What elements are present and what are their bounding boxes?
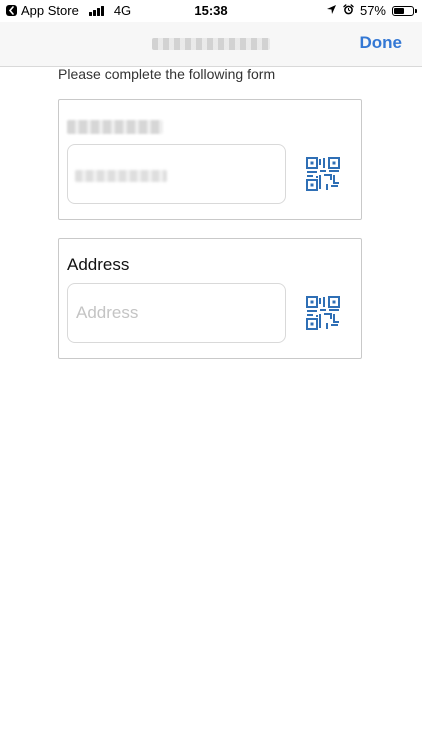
- battery-icon: [392, 5, 417, 16]
- redacted-field-input[interactable]: [67, 144, 286, 204]
- nav-title-redacted: [152, 38, 270, 50]
- done-button[interactable]: Done: [360, 33, 403, 53]
- battery-cap: [415, 9, 417, 13]
- battery-level-fill: [394, 7, 404, 14]
- form-field-card: [58, 99, 362, 220]
- navigation-bar: Done: [0, 22, 422, 67]
- field-label-redacted: [67, 120, 163, 134]
- status-bar: App Store 4G 15:38 57%: [0, 0, 422, 22]
- location-icon: [326, 3, 337, 18]
- status-bar-right: 57%: [326, 3, 417, 18]
- form-instruction: Please complete the following form: [58, 66, 276, 82]
- qr-code-icon[interactable]: [305, 156, 341, 192]
- address-input[interactable]: [67, 283, 286, 343]
- screen: App Store 4G 15:38 57% Done Please compl…: [0, 0, 422, 750]
- address-label: Address: [67, 255, 130, 274]
- alarm-icon: [343, 3, 354, 18]
- qr-code-icon[interactable]: [305, 295, 341, 331]
- address-field-card: Address: [58, 238, 362, 359]
- battery-percent: 57%: [359, 3, 386, 18]
